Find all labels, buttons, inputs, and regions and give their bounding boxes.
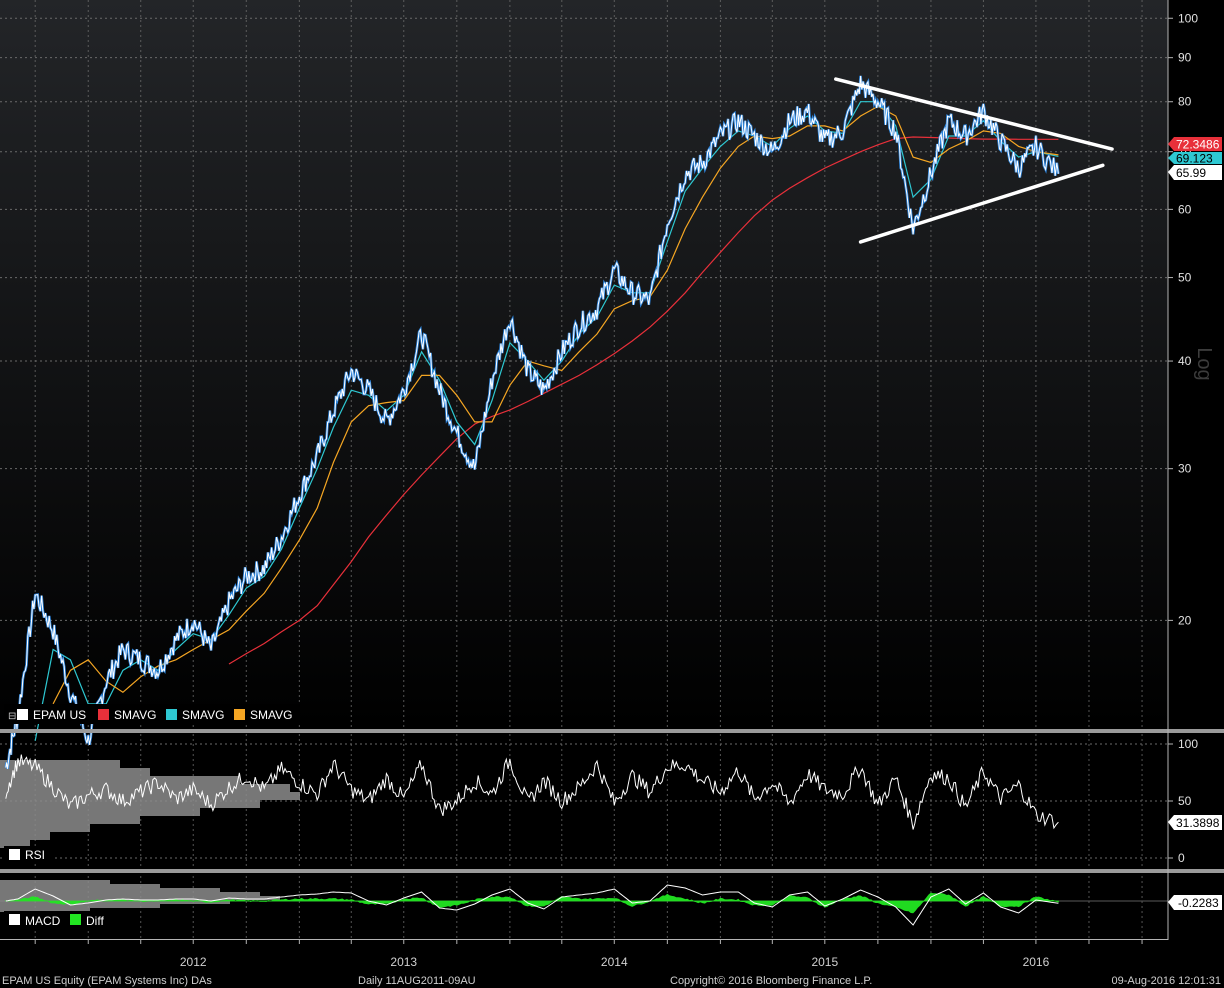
log-axis-title: Log xyxy=(1193,347,1215,380)
legend-swatch-rsi xyxy=(9,849,20,860)
legend-label-epam[interactable]: EPAM US xyxy=(33,708,86,722)
y-tick-label: 100 xyxy=(1178,11,1198,25)
rsi-y-tick-label: 0 xyxy=(1178,851,1185,865)
x-tick-label: 2014 xyxy=(601,955,628,969)
legend-label-diff[interactable]: Diff xyxy=(86,914,104,928)
footer-security: EPAM US Equity (EPAM Systems Inc) DAs xyxy=(2,975,212,987)
legend-menu-icon[interactable]: ⊟ xyxy=(8,711,16,722)
rsi-profile-bar xyxy=(0,768,150,776)
rsi-y-tick-label: 100 xyxy=(1178,737,1198,751)
legend-swatch-sma-cyan xyxy=(166,709,177,720)
macd-profile-bar xyxy=(0,904,160,908)
chart-canvas: 2030405060708090100050100 2012 2013 2014 20… xyxy=(0,0,1224,987)
footer-period: Daily 11AUG2011-09AU xyxy=(358,975,476,987)
macd-profile-bar xyxy=(0,884,160,888)
badge-price-text: 65.99 xyxy=(1176,166,1206,180)
legend-swatch-epam xyxy=(17,709,28,720)
price-panel-background xyxy=(0,0,1168,728)
rsi-profile-bar xyxy=(0,792,300,800)
legend-swatch-macd xyxy=(9,914,20,925)
y-tick-label: 20 xyxy=(1178,613,1192,627)
legend-label-macd[interactable]: MACD xyxy=(25,914,61,928)
legend-label-sma-red[interactable]: SMAVG xyxy=(114,708,156,722)
y-tick-label: 80 xyxy=(1178,95,1192,109)
badge-sma-red-text: 72.3486 xyxy=(1176,138,1220,152)
footer: EPAM US Equity (EPAM Systems Inc) DAs Da… xyxy=(2,975,1221,987)
legend-swatch-diff xyxy=(70,914,81,925)
y-tick-label: 90 xyxy=(1178,51,1192,65)
legend-swatch-sma-red xyxy=(98,709,109,720)
rsi-legend: RSI xyxy=(4,846,52,864)
x-tick-label: 2013 xyxy=(390,955,417,969)
x-tick-label: 2016 xyxy=(1023,955,1050,969)
panel-separator-1[interactable] xyxy=(0,729,1224,733)
badge-macd-text: -0.2283 xyxy=(1178,896,1219,910)
y-tick-label: 60 xyxy=(1178,202,1192,216)
legend-label-rsi[interactable]: RSI xyxy=(25,848,45,862)
legend-label-sma-orange[interactable]: SMAVG xyxy=(250,708,292,722)
x-tick-label: 2015 xyxy=(811,955,838,969)
rsi-profile-bar xyxy=(0,816,140,824)
legend-label-sma-cyan[interactable]: SMAVG xyxy=(182,708,224,722)
y-tick-label: 50 xyxy=(1178,271,1192,285)
rsi-profile-bar xyxy=(0,832,50,840)
rsi-profile-bar xyxy=(0,808,200,816)
panel-separator-2[interactable] xyxy=(0,869,1224,873)
macd-legend: MACD Diff xyxy=(4,911,116,929)
x-axis: 201220132014201520162017 xyxy=(34,939,1143,969)
rsi-profile-bar xyxy=(0,776,240,784)
y-tick-label: 30 xyxy=(1178,462,1192,476)
badge-sma-cyan-text: 69.123 xyxy=(1176,152,1213,166)
macd-profile-bar xyxy=(0,892,260,896)
footer-copyright: Copyright© 2016 Bloomberg Finance L.P. xyxy=(670,975,872,987)
y-tick-label: 40 xyxy=(1178,354,1192,368)
rsi-y-tick-label: 50 xyxy=(1178,794,1192,808)
last-value-badges: 72.3486 69.123 65.99 31.3898 -0.2283 xyxy=(1168,137,1222,910)
series-line-rsi xyxy=(5,754,1059,830)
badge-rsi-text: 31.3898 xyxy=(1176,816,1220,830)
x-tick-label: 2012 xyxy=(180,955,207,969)
rsi-profile-bar xyxy=(0,824,90,832)
volume-profile xyxy=(0,760,300,912)
footer-timestamp: 09-Aug-2016 12:01:31 xyxy=(1112,975,1221,987)
legend-swatch-sma-orange xyxy=(234,709,245,720)
price-legend: ⊟ EPAM US SMAVG SMAVG SMAVG xyxy=(4,704,300,724)
macd-profile-bar xyxy=(0,880,110,884)
